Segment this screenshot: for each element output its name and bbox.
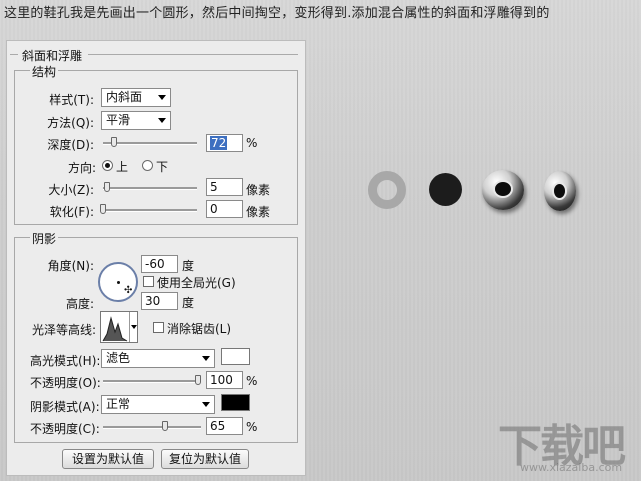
reset-default-button[interactable]: 复位为默认值 bbox=[161, 449, 249, 469]
shadow-mode-label: 阴影模式(A): bbox=[30, 400, 100, 414]
depth-label: 深度(D): bbox=[47, 138, 94, 152]
size-label: 大小(Z): bbox=[48, 183, 94, 197]
style-label: 样式(T): bbox=[49, 93, 94, 107]
depth-slider-track[interactable] bbox=[103, 142, 197, 145]
contour-curve-icon bbox=[102, 316, 128, 342]
depth-input[interactable]: 72 bbox=[206, 134, 243, 152]
structure-legend: 结构 bbox=[30, 63, 59, 80]
chevron-down-icon bbox=[131, 325, 137, 329]
highlight-mode-label: 高光模式(H): bbox=[30, 354, 101, 368]
caption-text: 这里的鞋孔我是先画出一个圆形，然后中间掏空，变形得到.添加混合属性的斜面和浮雕得… bbox=[4, 6, 550, 21]
shadow-opacity-unit: % bbox=[246, 420, 258, 434]
antialias-checkbox[interactable] bbox=[153, 322, 164, 333]
method-value: 平滑 bbox=[106, 113, 131, 127]
size-unit: 像素 bbox=[246, 183, 271, 197]
direction-down-radio[interactable] bbox=[142, 160, 153, 171]
watermark-url: www.xiazaiba.com bbox=[520, 461, 623, 474]
direction-down-label: 下 bbox=[156, 160, 169, 174]
divider bbox=[10, 54, 18, 55]
highlight-mode-select[interactable]: 滤色 bbox=[101, 349, 215, 368]
depth-unit: % bbox=[246, 136, 258, 150]
soften-slider-track[interactable] bbox=[103, 209, 197, 212]
bevel-eyelet-shape bbox=[482, 170, 524, 210]
angle-label: 角度(N): bbox=[47, 259, 94, 273]
shadow-opacity-track[interactable] bbox=[103, 426, 201, 429]
method-label: 方法(Q): bbox=[47, 116, 94, 130]
set-default-button[interactable]: 设置为默认值 bbox=[62, 449, 154, 469]
direction-up-label: 上 bbox=[116, 160, 129, 174]
chevron-down-icon bbox=[158, 95, 166, 100]
filled-circle-shape bbox=[429, 173, 462, 206]
highlight-opacity-label: 不透明度(O): bbox=[30, 376, 101, 390]
global-light-checkbox[interactable] bbox=[143, 276, 154, 287]
antialias-label: 消除锯齿(L) bbox=[167, 322, 232, 336]
method-select[interactable]: 平滑 bbox=[101, 111, 171, 130]
style-value: 内斜面 bbox=[106, 90, 143, 104]
eyelet-hole bbox=[493, 180, 513, 198]
shading-legend: 阴影 bbox=[30, 230, 59, 247]
eyelet-hole bbox=[552, 182, 567, 200]
gloss-contour-picker[interactable] bbox=[100, 311, 138, 343]
angle-input[interactable]: -60 bbox=[141, 255, 178, 273]
global-light-label: 使用全局光(G) bbox=[157, 276, 236, 290]
depth-slider-thumb[interactable] bbox=[110, 137, 117, 147]
soften-slider-thumb[interactable] bbox=[100, 204, 106, 214]
altitude-label: 高度: bbox=[65, 297, 94, 311]
transformed-eyelet-shape bbox=[544, 171, 576, 211]
highlight-opacity-unit: % bbox=[246, 374, 258, 388]
direction-label: 方向: bbox=[67, 161, 96, 175]
highlight-opacity-input[interactable]: 100 bbox=[206, 371, 243, 389]
angle-unit: 度 bbox=[182, 259, 195, 273]
chevron-down-icon bbox=[202, 356, 210, 361]
dial-center bbox=[117, 281, 120, 284]
gloss-contour-label: 光泽等高线: bbox=[31, 323, 96, 337]
highlight-opacity-thumb[interactable] bbox=[195, 375, 201, 385]
direction-up-radio[interactable] bbox=[102, 160, 113, 171]
soften-unit: 像素 bbox=[246, 205, 271, 219]
shadow-color-swatch[interactable] bbox=[221, 394, 250, 411]
crosshair-icon: ✣ bbox=[124, 285, 133, 296]
highlight-color-swatch[interactable] bbox=[221, 348, 250, 365]
ring-shape bbox=[368, 171, 406, 209]
shadow-opacity-thumb[interactable] bbox=[162, 421, 168, 431]
highlight-opacity-track[interactable] bbox=[103, 380, 201, 383]
size-input[interactable]: 5 bbox=[206, 178, 243, 196]
angle-dial[interactable]: ✣ bbox=[98, 262, 138, 302]
highlight-mode-value: 滤色 bbox=[106, 351, 131, 365]
size-slider-track[interactable] bbox=[103, 187, 197, 190]
shadow-mode-value: 正常 bbox=[106, 397, 131, 411]
divider bbox=[88, 54, 298, 55]
chevron-down-icon bbox=[158, 118, 166, 123]
size-slider-thumb[interactable] bbox=[104, 182, 110, 192]
shadow-opacity-label: 不透明度(C): bbox=[30, 422, 100, 436]
panel-title: 斜面和浮雕 bbox=[22, 49, 83, 63]
contour-dropdown[interactable] bbox=[129, 312, 138, 342]
altitude-input[interactable]: 30 bbox=[141, 292, 178, 310]
altitude-unit: 度 bbox=[182, 296, 195, 310]
soften-input[interactable]: 0 bbox=[206, 200, 243, 218]
soften-label: 软化(F): bbox=[49, 205, 94, 219]
style-select[interactable]: 内斜面 bbox=[101, 88, 171, 107]
shadow-opacity-input[interactable]: 65 bbox=[206, 417, 243, 435]
shadow-mode-select[interactable]: 正常 bbox=[101, 395, 215, 414]
chevron-down-icon bbox=[202, 402, 210, 407]
